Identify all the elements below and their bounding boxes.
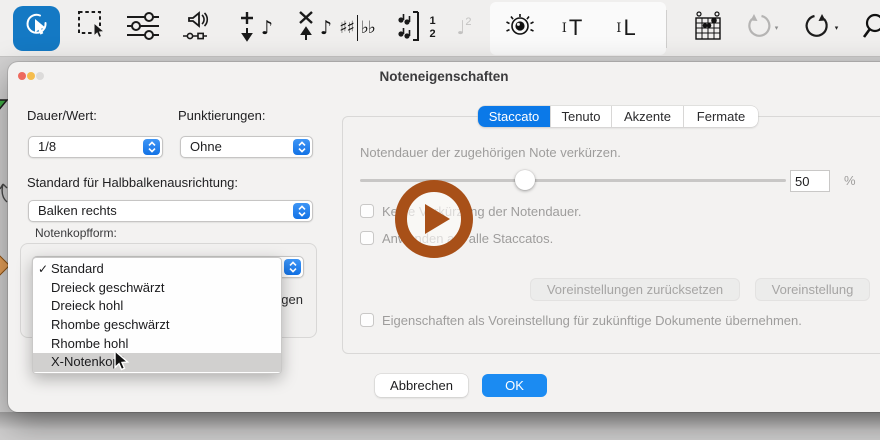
menu-item-label: Standard — [51, 261, 104, 276]
menu-item-x-notenkopf[interactable]: X-Notenkopf — [33, 353, 281, 372]
mouse-cursor — [113, 350, 131, 379]
duration-label: Dauer/Wert: — [27, 108, 97, 123]
halfbeam-select[interactable]: Balken rechts — [28, 200, 313, 222]
magnifier-icon — [862, 12, 880, 45]
x-arrow-icon — [296, 10, 316, 47]
menu-item-dreieck-geschwaerzt[interactable]: Dreieck geschwärzt — [33, 279, 281, 298]
text-tool-i-glyph: I — [562, 21, 567, 36]
accidentals-tool[interactable]: ♯♯ ♭♭ — [333, 0, 381, 56]
stepper-icon — [293, 139, 310, 155]
shorten-percent-input[interactable] — [790, 170, 830, 192]
stepper-icon — [143, 139, 160, 155]
toolbar-separator — [666, 10, 667, 48]
tab-akzente[interactable]: Akzente — [612, 106, 684, 127]
sliders-icon — [126, 12, 160, 45]
menu-item-label: Rhombe hohl — [51, 336, 128, 351]
lyrics-tool-l-glyph: L — [623, 15, 635, 41]
voice-1-label: 1 — [429, 15, 435, 28]
menu-item-label: Dreieck hohl — [51, 298, 123, 313]
marquee-select-tool[interactable] — [73, 0, 113, 56]
voice-2-label: 2 — [429, 28, 435, 41]
note-icon: ♪ — [261, 17, 273, 39]
save-preset-checkbox[interactable] — [360, 313, 374, 327]
show-hide-tool[interactable] — [498, 0, 542, 56]
halfbeam-label: Standard für Halbbalkenausrichtung: — [27, 175, 238, 190]
articulation-tabs: Staccato Tenuto Akzente Fermate — [478, 106, 758, 127]
note-icon: ♪ — [320, 17, 332, 39]
redo-icon — [804, 13, 832, 44]
undo-button-disabled: ▾ — [735, 0, 787, 56]
playback-audio-tool[interactable] — [178, 0, 222, 56]
tab-tenuto[interactable]: Tenuto — [551, 106, 612, 127]
cancel-button[interactable]: Abbrechen — [375, 374, 468, 397]
halfbeam-select-value: Balken rechts — [38, 203, 117, 218]
percent-label: % — [844, 173, 856, 188]
check-icon: ✓ — [38, 260, 50, 279]
quarter-note-icon: ♩ — [456, 17, 465, 39]
desktop-background-strip — [0, 412, 880, 440]
play-icon — [425, 204, 450, 234]
note-value-tool-disabled: ♩ 2 — [444, 0, 484, 56]
reset-presets-button: Voreinstellungen zurücksetzen — [530, 278, 740, 301]
menu-item-rhombe-geschwaerzt[interactable]: Rhombe geschwärzt — [33, 316, 281, 335]
shorten-slider-thumb[interactable] — [515, 170, 535, 190]
staccato-description: Notendauer der zugehörigen Note verkürze… — [360, 145, 621, 160]
menu-item-dreieck-hohl[interactable]: Dreieck hohl — [33, 297, 281, 316]
dialog-title: Noteneigenschaften — [8, 69, 880, 84]
text-tool-t-glyph: T — [569, 15, 582, 41]
undo-menu-caret: ▾ — [775, 24, 779, 32]
ok-button[interactable]: OK — [482, 374, 547, 397]
duration-select[interactable]: 1/8 — [28, 136, 163, 158]
menu-item-label: Dreieck geschwärzt — [51, 280, 164, 295]
voices-tool[interactable]: 1 2 — [390, 0, 438, 56]
plus-arrow-icon — [237, 10, 257, 47]
delete-note-tool[interactable]: ♪ — [292, 0, 336, 56]
dots-select[interactable]: Ohne — [180, 136, 313, 158]
lyrics-tool-i-glyph: I — [616, 21, 621, 36]
chord-diagram-tool[interactable] — [688, 0, 728, 56]
eye-icon — [503, 12, 537, 45]
filter-sliders-tool[interactable] — [123, 0, 163, 56]
speaker-icon — [181, 10, 219, 47]
accidental-divider — [357, 15, 358, 41]
tab-staccato[interactable]: Staccato — [478, 106, 551, 127]
dots-select-value: Ohne — [190, 139, 222, 154]
preset-button: Voreinstellung — [755, 278, 870, 301]
add-note-tool[interactable]: ♪ — [233, 0, 277, 56]
marquee-select-icon — [77, 10, 109, 47]
lyrics-tool[interactable]: I L — [604, 0, 648, 56]
zoom-tool[interactable] — [862, 0, 880, 56]
dots-label: Punktierungen: — [178, 108, 265, 123]
tab-fermate[interactable]: Fermate — [684, 106, 758, 127]
redo-button[interactable]: ▾ — [793, 0, 849, 56]
no-shortening-checkbox[interactable] — [360, 204, 374, 218]
pointer-tool-selected[interactable] — [13, 6, 60, 51]
apply-all-checkbox[interactable] — [360, 231, 374, 245]
pointer-select-icon — [22, 11, 52, 46]
flats-icon: ♭♭ — [361, 18, 375, 38]
text-tool[interactable]: I T — [550, 0, 594, 56]
undo-icon — [744, 13, 772, 44]
note-sup-label: 2 — [465, 16, 471, 28]
toolbar: ♪ ♪ ♯♯ ♭♭ 1 2 ♩ — [0, 0, 880, 57]
voices-bracket-icon — [392, 9, 428, 48]
notehead-label: Notenkopfform: — [35, 226, 117, 240]
notehead-menu: ✓ Standard Dreieck geschwärzt Dreieck ho… — [32, 257, 282, 374]
chord-grid-icon — [694, 11, 722, 46]
menu-item-rhombe-hohl[interactable]: Rhombe hohl — [33, 335, 281, 354]
menu-item-label: Rhombe geschwärzt — [51, 317, 170, 332]
redo-menu-caret: ▾ — [835, 24, 839, 32]
sharps-icon: ♯♯ — [339, 18, 353, 38]
save-preset-label: Eigenschaften als Voreinstellung für zuk… — [382, 313, 802, 328]
stepper-icon — [284, 259, 301, 275]
gif-play-overlay-button[interactable] — [395, 180, 473, 258]
stepper-icon — [293, 203, 310, 219]
menu-item-standard[interactable]: ✓ Standard — [33, 260, 281, 279]
duration-select-value: 1/8 — [38, 139, 56, 154]
